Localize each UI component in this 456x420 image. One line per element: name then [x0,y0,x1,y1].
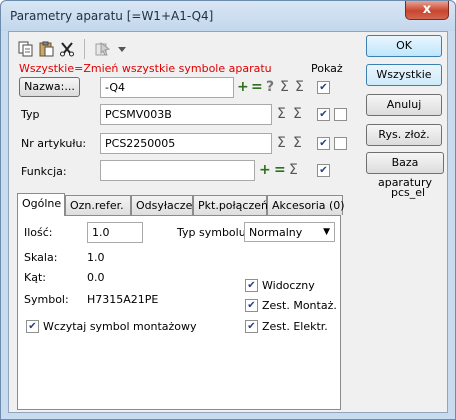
tab-akcesoria[interactable]: Akcesoria (0) [267,195,345,215]
typ-label: Typ [21,108,40,121]
ilosc-label: Ilość: [24,226,53,239]
typ-symbolu-select[interactable]: Normalny ▼ [244,222,335,242]
skala-label: Skala: [24,251,58,264]
question-icon[interactable]: ? [266,80,274,94]
pokaz-label: Pokaż [311,62,343,75]
nazwa-show-checkbox[interactable] [317,81,330,94]
baza-aparatury-button[interactable]: Baza aparatury [366,152,444,189]
symbol-icon[interactable] [95,41,111,57]
sigma-icon[interactable]: Σ [277,107,286,121]
ilosc-field[interactable]: 1.0 [87,222,143,243]
ok-button[interactable]: OK [366,35,442,57]
nr-artykulu-field[interactable]: PCS2250005 [100,133,272,154]
general-tab-panel: Ilość: 1.0 Typ symbolu Normalny ▼ Skala:… [17,215,341,410]
sigma-check-icon[interactable]: Σ [295,80,304,94]
typ-symbolu-label: Typ symbolu [177,226,246,239]
kat-value: 0.0 [87,271,105,284]
toolbar-separator [84,39,85,59]
zest-montaz-label: Zest. Montaż. [262,299,337,312]
typ-show-checkbox[interactable] [317,108,330,121]
dialog-client-area: Wszystkie=Zmień wszystkie symbole aparat… [8,31,448,413]
paste-icon[interactable] [39,41,55,57]
wszystkie-button[interactable]: Wszystkie [366,64,442,86]
funkcja-field[interactable] [100,160,255,181]
widoczny-checkbox[interactable] [245,279,258,292]
pcs-el-label: pcs_el [391,186,426,199]
funkcja-label: Funkcja: [21,165,67,178]
add-icon[interactable]: + [237,80,249,94]
sigma-icon[interactable]: Σ [289,163,298,177]
symbol-value: H7315A21PE [87,293,159,306]
wczytaj-checkbox[interactable] [26,320,39,333]
widoczny-label: Widoczny [262,279,315,292]
zest-elektr-checkbox[interactable] [245,320,258,333]
zest-elektr-label: Zest. Elektr. [262,320,328,333]
typ-extra-checkbox[interactable] [334,108,347,121]
dialog-window: Parametry aparatu [=W1+A1-Q4] x Wszystki… [0,0,456,420]
typ-field[interactable]: PCSMV003B [100,104,272,125]
nr-artykulu-extra-checkbox[interactable] [334,137,347,150]
equals-icon[interactable]: = [274,163,286,177]
tab-ogolne[interactable]: Ogólne [17,193,65,216]
anuluj-button[interactable]: Anuluj [366,94,442,116]
nr-artykulu-label: Nr artykułu: [21,137,87,150]
nazwa-field[interactable]: -Q4 [100,77,234,98]
cut-icon[interactable] [59,41,75,57]
nr-artykulu-show-checkbox[interactable] [317,137,330,150]
tab-odsylacze[interactable]: Odsyłacze [131,195,193,215]
skala-value: 1.0 [87,251,105,264]
copy-icon[interactable] [18,41,34,57]
tab-ozn-refer[interactable]: Ozn.refer. [65,195,131,215]
typ-symbolu-value: Normalny [249,226,303,239]
sigma-icon[interactable]: Σ [277,136,286,150]
zest-montaz-checkbox[interactable] [245,299,258,312]
sigma-check-icon[interactable]: Σ [293,107,302,121]
kat-label: Kąt: [24,271,46,284]
tab-pkt-polaczen[interactable]: Pkt.połączeń [193,195,268,215]
change-all-note: Wszystkie=Zmień wszystkie symbole aparat… [19,62,272,75]
add-icon[interactable]: + [259,163,271,177]
nazwa-button[interactable]: Nazwa:... [19,77,80,97]
symbol-label: Symbol: [24,293,69,306]
nazwa-button-label: Nazwa:... [24,80,75,93]
wczytaj-label: Wczytaj symbol montażowy [43,320,197,333]
equals-icon[interactable]: = [251,80,263,94]
sigma-check-icon[interactable]: Σ [293,136,302,150]
chevron-down-icon[interactable] [117,41,127,57]
chevron-down-icon: ▼ [323,227,330,237]
title-bar[interactable]: Parametry aparatu [=W1+A1-Q4] x [1,1,455,31]
window-title: Parametry aparatu [=W1+A1-Q4] [10,9,214,23]
funkcja-show-checkbox[interactable] [317,164,330,177]
rys-zloz-button[interactable]: Rys. złoż. [366,124,442,146]
sigma-icon[interactable]: Σ [280,80,289,94]
close-button[interactable]: x [405,1,449,20]
